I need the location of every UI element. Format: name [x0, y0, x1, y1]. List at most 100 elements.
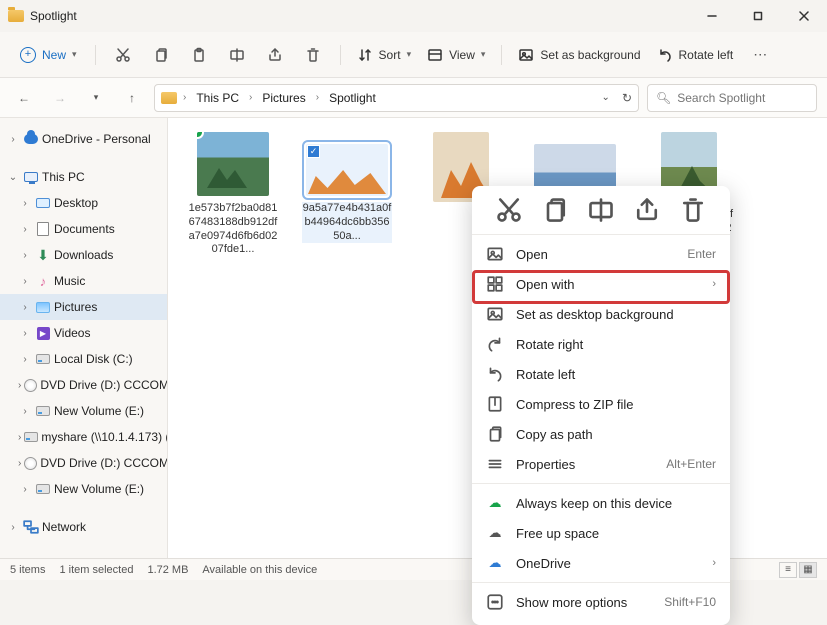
nav-row: ← → ▾ ↑ › This PC › Pictures › Spotlight…: [0, 78, 827, 118]
crumb-thispc[interactable]: This PC: [192, 89, 243, 107]
sidebar-item-dvd-d2[interactable]: ›DVD Drive (D:) CCCOMA: [0, 450, 167, 476]
file-item[interactable]: 1e573b7f2ba0d8167483188db912dfa7e0974d6f…: [188, 132, 278, 257]
sidebar-item-new-volume-e2[interactable]: ›New Volume (E:): [0, 476, 167, 502]
ctx-rotate-right[interactable]: Rotate right: [472, 329, 730, 359]
chevron-right-icon: ›: [247, 92, 254, 103]
close-button[interactable]: [781, 0, 827, 32]
new-label: New: [42, 48, 66, 62]
ctx-show-more-options[interactable]: Show more optionsShift+F10: [472, 587, 730, 617]
ctx-open[interactable]: Open Enter: [472, 239, 730, 269]
ctx-shortcut: Enter: [687, 247, 716, 261]
ctx-copy-button[interactable]: [541, 198, 569, 222]
sidebar-item-downloads[interactable]: ›⬇Downloads: [0, 242, 167, 268]
sidebar-item-documents[interactable]: ›Documents: [0, 216, 167, 242]
sidebar-label: New Volume (E:): [54, 482, 144, 496]
sort-button[interactable]: Sort ▾: [351, 43, 418, 67]
ctx-cut-button[interactable]: [495, 198, 523, 222]
ctx-compress-zip[interactable]: Compress to ZIP file: [472, 389, 730, 419]
details-view-button[interactable]: ≡: [779, 562, 797, 578]
ctx-free-up-space[interactable]: ☁Free up space: [472, 518, 730, 548]
toolbar: + New ▾ Sort ▾ View ▾ Set as background …: [0, 32, 827, 78]
sidebar-item-pictures[interactable]: ›Pictures: [0, 294, 167, 320]
ctx-label: Show more options: [516, 595, 627, 610]
sync-status-icon: [197, 132, 204, 139]
sidebar-item-network[interactable]: ›Network: [0, 514, 167, 540]
ctx-label: OneDrive: [516, 556, 571, 571]
cloud-icon: ☁: [486, 525, 504, 541]
back-button[interactable]: ←: [10, 84, 38, 112]
sidebar-item-local-c[interactable]: ›Local Disk (C:): [0, 346, 167, 372]
sidebar-label: Music: [54, 274, 85, 288]
sidebar-item-thispc[interactable]: ⌄This PC: [0, 164, 167, 190]
share-button[interactable]: [258, 39, 292, 71]
ctx-always-keep[interactable]: ☁ Always keep on this device: [472, 488, 730, 518]
sidebar-label: This PC: [42, 170, 85, 184]
refresh-button[interactable]: ↻: [622, 91, 632, 105]
chevron-down-icon: ▾: [481, 49, 486, 60]
status-item-count: 5 items: [10, 564, 45, 576]
cloud-check-icon: ☁: [486, 495, 504, 511]
ctx-onedrive[interactable]: ☁OneDrive›: [472, 548, 730, 578]
minimize-button[interactable]: [689, 0, 735, 32]
ctx-share-button[interactable]: [633, 198, 661, 222]
sidebar-item-videos[interactable]: ›▶Videos: [0, 320, 167, 346]
ctx-label: Open: [516, 247, 548, 262]
context-menu: Open Enter Open with› Set as desktop back…: [472, 186, 730, 625]
folder-icon: [161, 92, 177, 104]
sidebar-label: DVD Drive (D:) CCCOMA: [40, 378, 168, 392]
ctx-set-desktop-background[interactable]: Set as desktop background: [472, 299, 730, 329]
thumbnails-view-button[interactable]: ▦: [799, 562, 817, 578]
paste-button[interactable]: [182, 39, 216, 71]
rotate-left-button[interactable]: Rotate left: [651, 43, 740, 67]
delete-button[interactable]: [296, 39, 330, 71]
rename-button[interactable]: [220, 39, 254, 71]
more-button[interactable]: ⋯: [743, 39, 777, 71]
ctx-rotate-left[interactable]: Rotate left: [472, 359, 730, 389]
ctx-delete-button[interactable]: [679, 198, 707, 222]
forward-button[interactable]: →: [46, 84, 74, 112]
sidebar-item-myshare[interactable]: ›myshare (\\10.1.4.173) (: [0, 424, 167, 450]
file-pane[interactable]: 1e573b7f2ba0d8167483188db912dfa7e0974d6f…: [168, 118, 827, 558]
cut-button[interactable]: [106, 39, 140, 71]
address-bar[interactable]: › This PC › Pictures › Spotlight ⌄ ↻: [154, 84, 639, 112]
crumb-pictures[interactable]: Pictures: [258, 89, 309, 107]
sidebar-item-onedrive[interactable]: ›OneDrive - Personal: [0, 126, 167, 152]
ctx-properties[interactable]: PropertiesAlt+Enter: [472, 449, 730, 479]
file-item-selected[interactable]: ✓ 9a5a77e4b431a0fb44964dc6bb35650a...: [302, 132, 392, 257]
status-size: 1.72 MB: [147, 564, 188, 576]
crumb-spotlight[interactable]: Spotlight: [325, 89, 380, 107]
sidebar-item-music[interactable]: ›♪Music: [0, 268, 167, 294]
ctx-shortcut: Alt+Enter: [666, 457, 716, 471]
sidebar-label: myshare (\\10.1.4.173) (: [41, 430, 168, 444]
copy-button[interactable]: [144, 39, 178, 71]
picture-icon: [518, 47, 534, 63]
sidebar-label: DVD Drive (D:) CCCOMA: [40, 456, 168, 470]
set-bg-label: Set as background: [540, 48, 640, 62]
chevron-down-icon[interactable]: ⌄: [602, 92, 610, 103]
ctx-copy-path[interactable]: Copy as path: [472, 419, 730, 449]
ctx-label: Always keep on this device: [516, 496, 672, 511]
new-button[interactable]: + New ▾: [12, 43, 85, 67]
sort-icon: [357, 47, 373, 63]
view-button[interactable]: View ▾: [421, 43, 491, 67]
sidebar-label: Local Disk (C:): [54, 352, 133, 366]
sidebar-label: Network: [42, 520, 86, 534]
onedrive-icon: ☁: [486, 555, 504, 571]
properties-icon: [486, 455, 504, 473]
search-box[interactable]: 🔍︎: [647, 84, 817, 112]
recent-dropdown[interactable]: ▾: [82, 84, 110, 112]
sidebar-label: Videos: [54, 326, 90, 340]
sidebar-item-linux[interactable]: ⌄Linux: [0, 552, 167, 558]
file-name: 9a5a77e4b431a0fb44964dc6bb35650a...: [302, 202, 392, 243]
up-button[interactable]: ↑: [118, 84, 146, 112]
sidebar-item-new-volume-e[interactable]: ›New Volume (E:): [0, 398, 167, 424]
search-input[interactable]: [677, 91, 808, 105]
ctx-rename-button[interactable]: [587, 198, 615, 222]
sidebar-item-dvd-d[interactable]: ›DVD Drive (D:) CCCOMA: [0, 372, 167, 398]
rotate-right-icon: [486, 335, 504, 353]
set-background-button[interactable]: Set as background: [512, 43, 646, 67]
ctx-open-with[interactable]: Open with›: [472, 269, 730, 299]
maximize-button[interactable]: [735, 0, 781, 32]
sidebar-item-desktop[interactable]: ›Desktop: [0, 190, 167, 216]
sidebar-label: Desktop: [54, 196, 98, 210]
